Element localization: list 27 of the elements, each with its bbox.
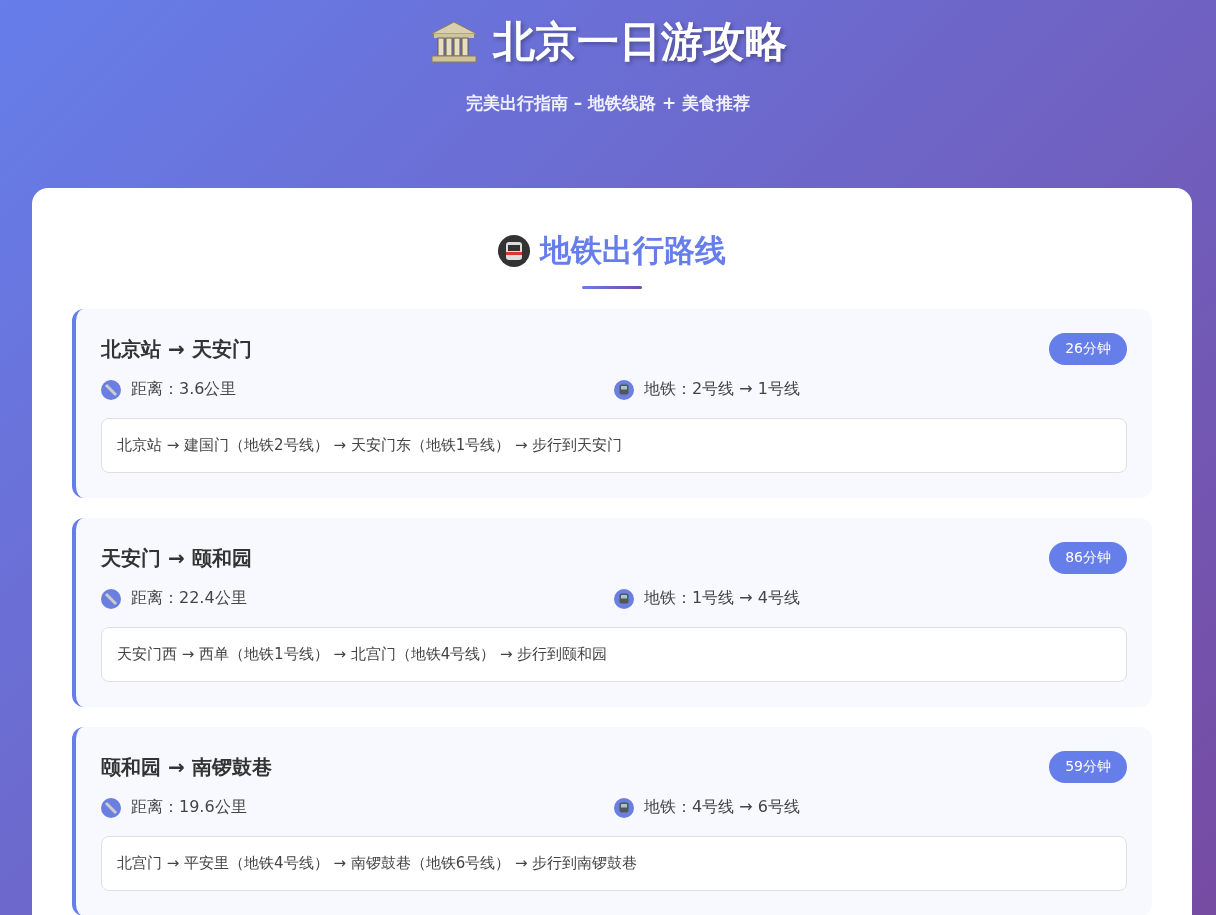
route-path: 北京站 → 建国门（地铁2号线） → 天安门东（地铁1号线） → 步行到天安门: [101, 418, 1127, 473]
ruler-icon: [101, 379, 121, 400]
route-path: 天安门西 → 西单（地铁1号线） → 北宫门（地铁4号线） → 步行到颐和园: [101, 627, 1127, 682]
distance-text: 距离：3.6公里: [131, 379, 237, 400]
train-icon: [614, 379, 634, 400]
train-icon: [614, 797, 634, 818]
subway-lines-text: 地铁：2号线 → 1号线: [644, 379, 800, 400]
route-title: 颐和园 → 南锣鼓巷: [101, 753, 272, 781]
subway-lines-text: 地铁：4号线 → 6号线: [644, 797, 800, 818]
section-title: 地铁出行路线: [540, 231, 726, 270]
subway-icon: [498, 235, 530, 267]
ruler-icon: [101, 588, 121, 609]
duration-badge: 26分钟: [1049, 333, 1127, 365]
duration-badge: 86分钟: [1049, 542, 1127, 574]
building-icon: [429, 20, 479, 64]
distance-text: 距离：19.6公里: [131, 797, 247, 818]
duration-badge: 59分钟: [1049, 751, 1127, 783]
train-icon: [614, 588, 634, 609]
route-title: 天安门 → 颐和园: [101, 544, 252, 572]
page-subtitle: 完美出行指南 – 地铁线路 + 美食推荐: [465, 92, 751, 115]
title-underline: [582, 286, 642, 289]
page-title: 北京一日游攻略: [493, 16, 787, 68]
ruler-icon: [101, 797, 121, 818]
subway-lines-text: 地铁：1号线 → 4号线: [644, 588, 800, 609]
route-title: 北京站 → 天安门: [101, 335, 252, 363]
route-path: 北宫门 → 平安里（地铁4号线） → 南锣鼓巷（地铁6号线） → 步行到南锣鼓巷: [101, 836, 1127, 891]
distance-text: 距离：22.4公里: [131, 588, 247, 609]
